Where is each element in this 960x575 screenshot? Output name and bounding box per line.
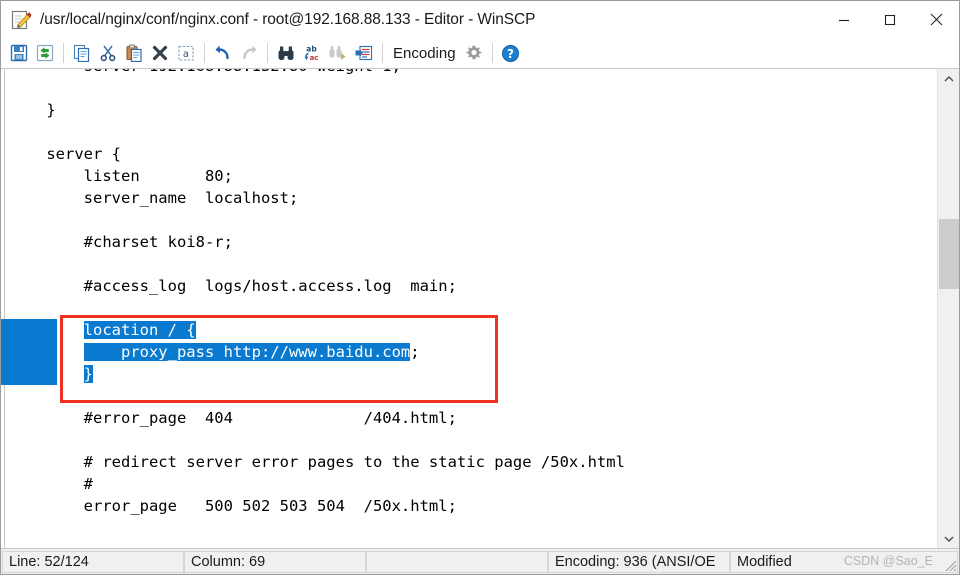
status-bar: Line: 52/124 Column: 69 Encoding: 936 (A… xyxy=(1,548,959,574)
window-title: /usr/local/nginx/conf/nginx.conf - root@… xyxy=(40,10,536,28)
editor-line[interactable]: #error_page 404 /404.html; xyxy=(1,407,937,429)
close-button[interactable] xyxy=(913,1,959,38)
toolbar-separator-1 xyxy=(63,43,64,63)
editor-line[interactable]: proxy_pass http://www.baidu.com; xyxy=(1,341,937,363)
encoding-menu-button[interactable]: Encoding xyxy=(388,45,461,62)
editor-text-area[interactable]: server 192.168.88.132:80 weight=1; } ser… xyxy=(1,69,937,548)
scroll-down-button[interactable] xyxy=(938,529,959,548)
scroll-up-button[interactable] xyxy=(938,69,959,88)
toolbar-separator-4 xyxy=(382,43,383,63)
editor-pane: server 192.168.88.132:80 weight=1; } ser… xyxy=(1,69,959,548)
vertical-scrollbar[interactable] xyxy=(937,69,959,548)
window-controls xyxy=(821,1,959,38)
svg-text:ac: ac xyxy=(310,54,319,62)
editor-line[interactable]: listen 80; xyxy=(1,165,937,187)
help-question-icon[interactable]: ? xyxy=(498,41,524,65)
reload-button[interactable] xyxy=(32,41,58,65)
gear-icon[interactable] xyxy=(461,41,487,65)
replace-button[interactable]: ab ac xyxy=(299,41,325,65)
svg-text:?: ? xyxy=(507,47,514,61)
toolbar-separator-2 xyxy=(204,43,205,63)
editor-line[interactable]: #charset koi8-r; xyxy=(1,231,937,253)
redo-button[interactable] xyxy=(236,41,262,65)
toolbar: a ab ac Encoding ? xyxy=(1,38,959,69)
editor-line[interactable] xyxy=(1,77,937,99)
maximize-button[interactable] xyxy=(867,1,913,38)
selected-text: proxy_pass http://www.baidu.com xyxy=(83,343,411,361)
cut-button[interactable] xyxy=(95,41,121,65)
winscp-editor-window: /usr/local/nginx/conf/nginx.conf - root@… xyxy=(0,0,960,575)
editor-line[interactable]: location / { xyxy=(1,319,937,341)
editor-code-content[interactable]: server 192.168.88.132:80 weight=1; } ser… xyxy=(1,69,937,517)
status-column-indicator: Column: 69 xyxy=(184,551,366,573)
svg-text:ab: ab xyxy=(306,45,317,54)
selected-text: } xyxy=(83,365,93,383)
editor-line[interactable]: } xyxy=(1,363,937,385)
editor-line[interactable] xyxy=(1,209,937,231)
editor-line[interactable] xyxy=(1,253,937,275)
svg-text:a: a xyxy=(183,49,189,60)
editor-line[interactable]: # xyxy=(1,473,937,495)
editor-line[interactable]: server 192.168.88.132:80 weight=1; xyxy=(1,69,937,77)
find-next-button[interactable] xyxy=(325,41,351,65)
status-line-indicator: Line: 52/124 xyxy=(2,551,184,573)
editor-line[interactable]: error_page 500 502 503 504 /50x.html; xyxy=(1,495,937,517)
editor-line[interactable] xyxy=(1,429,937,451)
selected-text: location / { xyxy=(83,321,196,339)
status-spacer-cell xyxy=(366,551,548,573)
find-button[interactable] xyxy=(273,41,299,65)
save-button[interactable] xyxy=(6,41,32,65)
resize-grip-icon[interactable] xyxy=(941,556,957,572)
toolbar-separator-5 xyxy=(491,43,493,63)
paste-button[interactable] xyxy=(121,41,147,65)
status-encoding-indicator: Encoding: 936 (ANSI/OE xyxy=(548,551,730,573)
editor-line[interactable] xyxy=(1,385,937,407)
delete-button[interactable] xyxy=(147,41,173,65)
title-bar: /usr/local/nginx/conf/nginx.conf - root@… xyxy=(1,1,959,38)
undo-button[interactable] xyxy=(210,41,236,65)
editor-line[interactable] xyxy=(1,121,937,143)
watermark-text: CSDN @Sao_E xyxy=(843,554,933,568)
editor-line[interactable]: #access_log logs/host.access.log main; xyxy=(1,275,937,297)
editor-document-pencil-icon xyxy=(10,9,32,31)
scrollbar-thumb[interactable] xyxy=(939,219,959,289)
editor-line[interactable]: } xyxy=(1,99,937,121)
minimize-button[interactable] xyxy=(821,1,867,38)
editor-line[interactable]: # redirect server error pages to the sta… xyxy=(1,451,937,473)
editor-line[interactable] xyxy=(1,297,937,319)
go-to-line-button[interactable] xyxy=(351,41,377,65)
editor-line[interactable]: server { xyxy=(1,143,937,165)
copy-button[interactable] xyxy=(69,41,95,65)
select-all-button[interactable]: a xyxy=(173,41,199,65)
editor-line[interactable]: server_name localhost; xyxy=(1,187,937,209)
toolbar-separator-3 xyxy=(267,43,268,63)
